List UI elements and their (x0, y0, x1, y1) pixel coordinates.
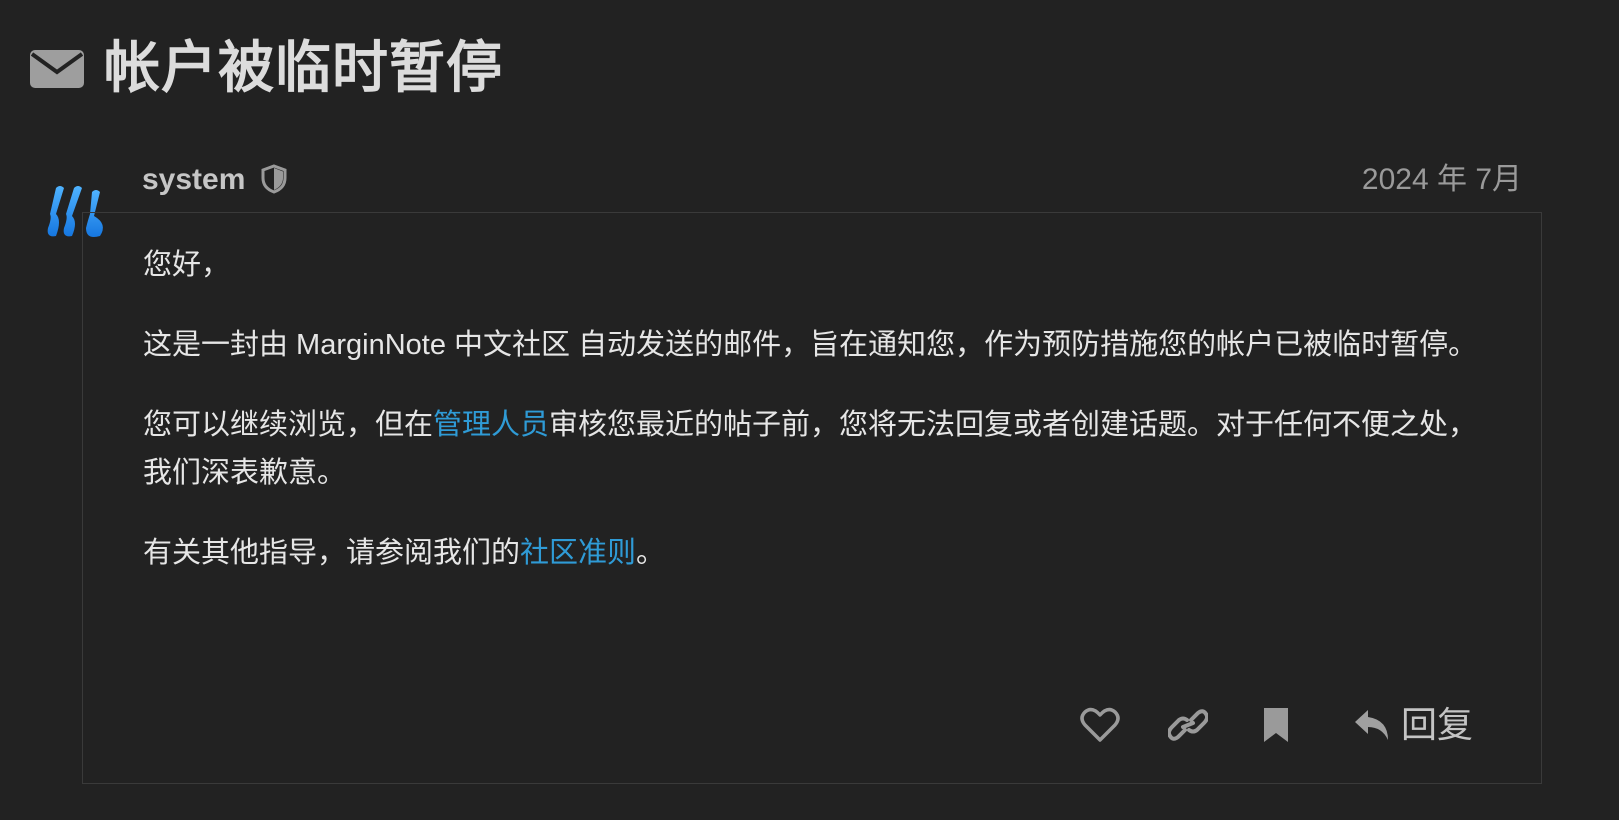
post-meta: system 2024 年 7月 (142, 160, 1522, 200)
heart-icon (1080, 707, 1120, 742)
like-button[interactable] (1073, 697, 1127, 753)
reply-icon (1355, 710, 1388, 740)
paragraph-notice: 这是一封由 MarginNote 中文社区 自动发送的邮件，旨在通知您，作为预防… (143, 329, 1478, 361)
staff-link[interactable]: 管理人员 (433, 409, 549, 441)
paragraph-guidelines-text-2: 。 (636, 537, 666, 569)
shield-icon (260, 164, 288, 194)
bookmark-icon (1264, 708, 1288, 742)
paragraph-guidelines-text-1: 有关其他指导，请参阅我们的 (143, 537, 521, 569)
paragraph-details: 您可以继续浏览，但在管理人员审核您最近的帖子前，您将无法回复或者创建话题。对于任… (143, 401, 1503, 497)
topic-header: 帐户被临时暂停 (30, 30, 503, 106)
paragraph-greeting: 您好， (143, 249, 231, 281)
envelope-icon (30, 46, 84, 90)
post-author-username[interactable]: system (142, 162, 245, 198)
post-controls: 回复 (83, 697, 1483, 757)
link-icon (1168, 709, 1208, 741)
paragraph-guidelines: 有关其他指导，请参阅我们的社区准则。 (143, 529, 1503, 577)
paragraph-details-text-1: 您可以继续浏览，但在 (143, 409, 434, 441)
topic-title[interactable]: 帐户被临时暂停 (104, 30, 503, 106)
share-button[interactable] (1161, 697, 1215, 753)
topic-page: 帐户被临时暂停 system 2024 年 7月 您好， 这是一封由 Margi… (0, 0, 1619, 820)
guidelines-link[interactable]: 社区准则 (520, 537, 636, 569)
reply-label: 回复 (1401, 704, 1474, 745)
post-content: 您好， 这是一封由 MarginNote 中文社区 自动发送的邮件，旨在通知您，… (143, 241, 1503, 609)
bookmark-button[interactable] (1249, 697, 1303, 753)
post-date[interactable]: 2024 年 7月 (1362, 162, 1522, 198)
reply-button[interactable]: 回复 (1353, 697, 1483, 753)
post-body: 您好， 这是一封由 MarginNote 中文社区 自动发送的邮件，旨在通知您，… (82, 212, 1542, 784)
